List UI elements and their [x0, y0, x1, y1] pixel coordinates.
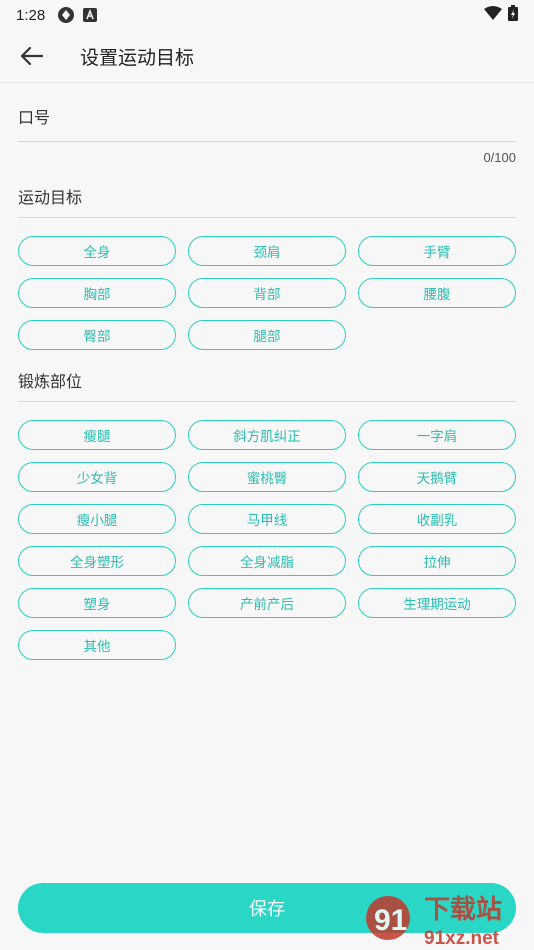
goal-chip[interactable]: 腰腹	[358, 278, 516, 308]
watermark-brand: 下载站	[424, 895, 502, 925]
body-part-chip[interactable]: 全身减脂	[188, 546, 346, 576]
body-part-chip[interactable]: 拉伸	[358, 546, 516, 576]
body-part-chip[interactable]: 收副乳	[358, 504, 516, 534]
body-part-chip[interactable]: 产前产后	[188, 588, 346, 618]
arrow-left-icon	[21, 47, 43, 65]
status-bar: 1:28	[0, 0, 534, 30]
body-part-chip[interactable]: 一字肩	[358, 420, 516, 450]
goals-chip-group: 全身 颈肩 手臂胸部 背部 腰腹臀部 腿部	[18, 236, 516, 350]
goal-chip[interactable]: 手臂	[358, 236, 516, 266]
goal-chip[interactable]: 背部	[188, 278, 346, 308]
status-time: 1:28	[16, 6, 46, 24]
goals-divider	[18, 217, 516, 218]
sync-icon	[57, 6, 75, 24]
slogan-char-counter: 0/100	[483, 150, 516, 165]
app-notification-icon	[83, 8, 98, 22]
body-part-chip[interactable]: 天鹅臂	[358, 462, 516, 492]
goal-chip[interactable]: 胸部	[18, 278, 176, 308]
back-button[interactable]	[18, 42, 46, 70]
body-parts-section-title: 锻炼部位	[18, 372, 83, 391]
watermark-number: 91	[374, 904, 407, 937]
app-bar: 设置运动目标	[0, 30, 534, 83]
body-part-chip[interactable]: 塑身	[18, 588, 176, 618]
watermark-logo: 91 下载站 91xz.net	[366, 895, 502, 949]
body-part-chip[interactable]: 瘦腿	[18, 420, 176, 450]
goal-chip[interactable]: 全身	[18, 236, 176, 266]
body-part-chip[interactable]: 马甲线	[188, 504, 346, 534]
body-part-chip[interactable]: 全身塑形	[18, 546, 176, 576]
goal-chip[interactable]: 臀部	[18, 320, 176, 350]
body-parts-chip-group: 瘦腿 斜方肌纠正 一字肩少女背 蜜桃臀 天鹅臂瘦小腿 马甲线 收副乳全身塑形 全身减脂 拉伸塑身…	[18, 420, 516, 660]
goal-chip[interactable]: 腿部	[188, 320, 346, 350]
body-part-chip[interactable]: 斜方肌纠正	[188, 420, 346, 450]
battery-icon	[508, 5, 518, 25]
body-parts-divider	[18, 401, 516, 402]
page-title: 设置运动目标	[80, 46, 195, 69]
goal-chip[interactable]: 颈肩	[188, 236, 346, 266]
body-part-chip[interactable]: 瘦小腿	[18, 504, 176, 534]
wifi-icon	[484, 6, 502, 24]
body-part-chip[interactable]: 其他	[18, 630, 176, 660]
slogan-input[interactable]	[18, 118, 516, 142]
watermark-domain: 91xz.net	[424, 928, 500, 949]
body-part-chip[interactable]: 生理期运动	[358, 588, 516, 618]
goals-section-title: 运动目标	[18, 188, 83, 207]
body-part-chip[interactable]: 蜜桃臀	[188, 462, 346, 492]
body-part-chip[interactable]: 少女背	[18, 462, 176, 492]
